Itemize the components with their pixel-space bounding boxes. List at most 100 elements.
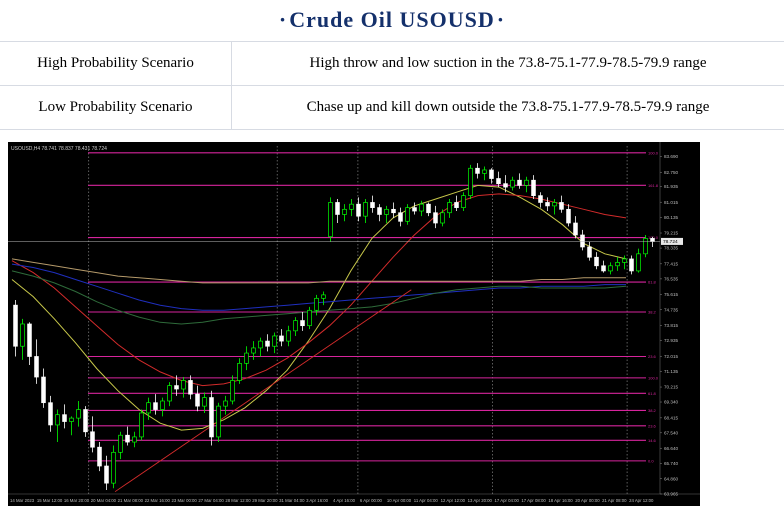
candle-body <box>104 465 109 484</box>
candle-body <box>377 207 382 215</box>
candle-body <box>622 258 627 263</box>
title-text: Crude Oil USOUSD <box>289 7 495 32</box>
candle-body <box>244 352 249 364</box>
scenario-text-low: Chase up and kill down outside the 73.8-… <box>231 85 784 130</box>
x-tick-label: 10 Apr 00:00 <box>387 498 412 503</box>
candle-body <box>13 304 18 347</box>
candle-body <box>118 434 123 453</box>
candle-body <box>475 167 480 174</box>
candle-body <box>69 417 74 422</box>
chart-background <box>8 142 700 506</box>
y-tick-label: 64.860 <box>664 476 678 481</box>
candle-body <box>328 202 333 238</box>
candle-body <box>20 323 25 347</box>
candle-body <box>524 179 529 186</box>
candle-body <box>83 409 88 433</box>
x-tick-label: 4 Apr 16:00 <box>333 498 356 503</box>
candle-body <box>412 207 417 212</box>
candle-body <box>636 253 641 272</box>
fib-level-label: 23.6 <box>648 423 657 428</box>
x-tick-label: 17 Apr 08:00 <box>521 498 546 503</box>
candle-body <box>573 222 578 236</box>
candle-body <box>447 202 452 214</box>
fib-level-label: 61.8 <box>648 391 657 396</box>
scenario-table: High Probability Scenario High throw and… <box>0 41 784 130</box>
scenario-label-high: High Probability Scenario <box>0 41 232 86</box>
x-tick-label: 14 Mar 2023 <box>10 498 35 503</box>
candle-body <box>629 258 634 272</box>
y-tick-label: 81.015 <box>664 200 678 205</box>
y-tick-label: 80.135 <box>664 215 678 220</box>
symbol-label: USOUSD,H4 78.741 78.837 78.431 78.724 <box>11 146 107 152</box>
candle-body <box>419 203 424 212</box>
candle-body <box>496 178 501 184</box>
candle-body <box>594 256 599 267</box>
candle-body <box>314 297 319 311</box>
x-tick-label: 18 Apr 16:00 <box>548 498 573 503</box>
y-tick-label: 82.750 <box>664 170 678 175</box>
title-prefix-dot: · <box>278 7 288 32</box>
table-row: Low Probability Scenario Chase up and ki… <box>0 85 784 130</box>
x-tick-label: 20 Apr 00:00 <box>575 498 600 503</box>
candle-body <box>251 347 256 354</box>
candle-body <box>286 330 291 342</box>
candle-body <box>510 179 515 188</box>
x-tick-label: 21 Mar 08:00 <box>118 498 144 503</box>
candle-body <box>153 402 158 410</box>
candle-body <box>202 397 207 407</box>
y-tick-label: 72.935 <box>664 338 678 343</box>
y-tick-label: 78.335 <box>664 246 678 251</box>
candle-body <box>34 356 39 378</box>
y-tick-label: 70.215 <box>664 385 678 390</box>
candle-body <box>48 402 53 426</box>
candle-body <box>321 294 326 299</box>
candle-body <box>41 376 46 404</box>
candle-body <box>335 202 340 215</box>
chart-svg: USOUSD,H4 78.741 78.837 78.431 78.724 14… <box>8 142 700 506</box>
x-tick-label: 12 Apr 12:00 <box>441 498 466 503</box>
title-suffix-dot: · <box>496 7 506 32</box>
candle-body <box>552 202 557 207</box>
candle-body <box>265 340 270 347</box>
candle-body <box>209 397 214 438</box>
candle-body <box>111 451 116 484</box>
candle-body <box>461 195 466 208</box>
candle-body <box>391 208 396 214</box>
candle-body <box>174 385 179 390</box>
x-tick-label: 15 Mar 12:00 <box>37 498 63 503</box>
x-tick-label: 17 Apr 04:00 <box>495 498 520 503</box>
candle-body <box>650 238 655 242</box>
fib-level-label: 100.0 <box>648 375 659 380</box>
fib-level-label: 38.2 <box>648 309 657 314</box>
candle-body <box>307 309 312 327</box>
candle-body <box>517 179 522 186</box>
y-tick-label: 74.735 <box>664 307 678 312</box>
candle-body <box>370 202 375 208</box>
y-tick-label: 76.535 <box>664 276 678 281</box>
candle-body <box>454 202 459 208</box>
candle-body <box>363 202 368 217</box>
candle-body <box>531 179 536 196</box>
candle-body <box>279 335 284 342</box>
fib-level-label: 161.8 <box>648 183 659 188</box>
y-tick-label: 79.215 <box>664 231 678 236</box>
candle-body <box>132 436 137 443</box>
x-tick-label: 28 Mar 12:00 <box>225 498 251 503</box>
candle-body <box>398 212 403 222</box>
fib-level-label: 0.0 <box>648 458 654 463</box>
candle-body <box>538 195 543 203</box>
candle-body <box>272 335 277 347</box>
candle-body <box>76 409 81 419</box>
x-tick-label: 3 Apr 16:00 <box>306 498 329 503</box>
x-tick-label: 13 Apr 20:00 <box>468 498 493 503</box>
candle-body <box>97 446 102 467</box>
candle-body <box>440 212 445 224</box>
y-tick-label: 83.690 <box>664 154 678 159</box>
candle-body <box>468 167 473 196</box>
candle-body <box>181 380 186 390</box>
y-tick-label: 71.135 <box>664 369 678 374</box>
candle-body <box>405 207 410 222</box>
x-tick-label: 22 Mar 16:00 <box>145 498 171 503</box>
x-tick-label: 11 Apr 04:00 <box>414 498 439 503</box>
candle-body <box>503 183 508 188</box>
